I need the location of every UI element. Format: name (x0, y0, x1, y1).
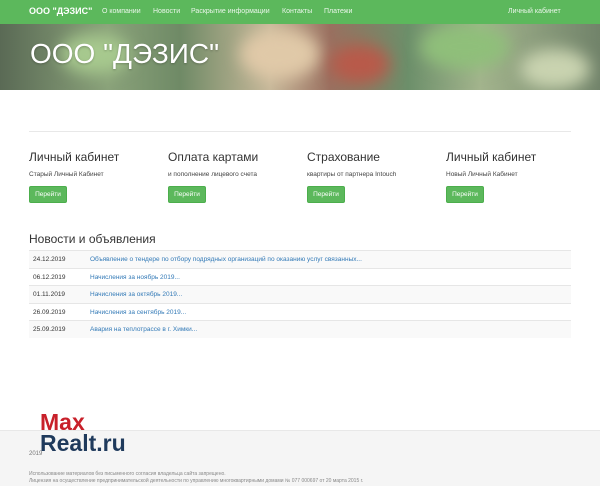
table-row: 06.12.2019 Начисления за ноябрь 2019... (29, 267, 571, 286)
insurance-button[interactable]: Перейти (307, 186, 345, 203)
card-title: Оплата картами (168, 150, 259, 164)
card-card-payment: Оплата картами и пополнение лицевого сче… (168, 150, 303, 203)
card-text: Новый Личный Кабинет (446, 171, 518, 178)
card-text: Старый Личный Кабинет (29, 171, 104, 178)
nav-link-contacts[interactable]: Контакты (282, 8, 312, 15)
card-title: Страхование (307, 150, 380, 164)
nav-link-news[interactable]: Новости (153, 8, 180, 15)
card-new-account: Личный кабинет Новый Личный Кабинет Пере… (446, 150, 581, 203)
nav-link-about[interactable]: О компании (102, 8, 141, 15)
card-text: квартиры от партнера Intouch (307, 171, 397, 178)
nav-link-disclosure[interactable]: Раскрытие информации (191, 8, 270, 15)
hero-background-blob (420, 24, 510, 69)
news-link[interactable]: Авария на теплотрассе в г. Химки... (90, 326, 197, 333)
new-account-button[interactable]: Перейти (446, 186, 484, 203)
news-date: 01.11.2019 (33, 291, 66, 298)
news-section-title: Новости и объявления (29, 232, 156, 246)
nav-link-account[interactable]: Личный кабинет (508, 8, 561, 15)
card-text: и пополнение лицевого счета (168, 171, 258, 178)
watermark-logo: Max Realt.ru (40, 411, 126, 456)
card-insurance: Страхование квартиры от партнера Intouch… (307, 150, 442, 203)
footer-license-notice: Лицензия на осуществление предпринимател… (29, 478, 364, 484)
brand-link[interactable]: ООО "ДЭЗИС" (29, 6, 92, 16)
card-title: Личный кабинет (446, 150, 537, 164)
nav-link-payments[interactable]: Платежи (324, 8, 352, 15)
watermark-line-2: Realt.ru (40, 430, 126, 456)
hero-background-blob (520, 49, 590, 89)
watermark-main: Realt (40, 430, 97, 456)
news-link[interactable]: Объявление о тендере по отбору подрядных… (90, 256, 362, 263)
news-table: 24.12.2019 Объявление о тендере по отбор… (29, 250, 571, 338)
news-link[interactable]: Начисления за сентябрь 2019... (90, 309, 186, 316)
hero-banner: ООО "ДЭЗИС" (0, 24, 600, 90)
hero-background-blob (240, 29, 320, 79)
divider (29, 131, 571, 132)
old-account-button[interactable]: Перейти (29, 186, 67, 203)
navbar: ООО "ДЭЗИС" О компании Новости Раскрытие… (0, 0, 600, 24)
news-date: 25.09.2019 (33, 326, 66, 333)
hero-background-blob (330, 44, 390, 84)
table-row: 24.12.2019 Объявление о тендере по отбор… (29, 250, 571, 268)
table-row: 26.09.2019 Начисления за сентябрь 2019..… (29, 302, 571, 321)
card-old-account: Личный кабинет Старый Личный Кабинет Пер… (29, 150, 164, 203)
watermark-domain: .ru (96, 430, 126, 456)
table-row: 25.09.2019 Авария на теплотрассе в г. Хи… (29, 320, 571, 338)
footer-copyright-notice: Использование материалов без письменного… (29, 471, 226, 477)
news-link[interactable]: Начисления за октябрь 2019... (90, 291, 182, 298)
card-payment-button[interactable]: Перейти (168, 186, 206, 203)
card-title: Личный кабинет (29, 150, 120, 164)
table-row: 01.11.2019 Начисления за октябрь 2019... (29, 285, 571, 303)
news-date: 06.12.2019 (33, 273, 66, 281)
news-link[interactable]: Начисления за ноябрь 2019... (90, 274, 180, 281)
news-date: 24.12.2019 (33, 256, 66, 263)
news-date: 26.09.2019 (33, 308, 66, 316)
hero-title: ООО "ДЭЗИС" (30, 38, 220, 69)
